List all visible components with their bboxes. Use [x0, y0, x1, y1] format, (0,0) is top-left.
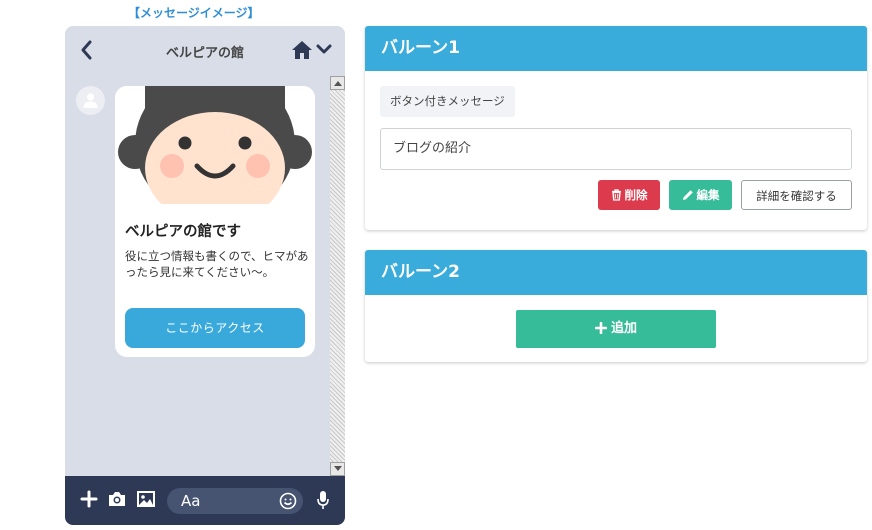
- access-button[interactable]: ここからアクセス: [125, 308, 305, 348]
- triangle-down-icon: [334, 466, 342, 471]
- character-illustration-icon: [115, 86, 315, 224]
- message-input-placeholder: Aa: [181, 492, 201, 510]
- preview-label: 【メッセージイメージ】: [128, 6, 260, 20]
- trash-icon: [611, 189, 621, 201]
- plus-icon: [594, 321, 608, 335]
- smiley-icon[interactable]: [279, 492, 297, 514]
- hero-image: [115, 86, 315, 224]
- triangle-up-icon: [334, 81, 342, 86]
- chevron-down-icon[interactable]: [315, 40, 333, 58]
- balloon-name-input[interactable]: ブログの紹介: [380, 128, 852, 170]
- balloon-card-1: バルーン1 ボタン付きメッセージ ブログの紹介 削除 編集 詳細を確認する: [365, 26, 867, 230]
- delete-button[interactable]: 削除: [598, 180, 660, 210]
- delete-label: 削除: [624, 188, 648, 202]
- scrollbar[interactable]: [330, 76, 345, 476]
- add-button[interactable]: 追加: [516, 310, 716, 348]
- user-icon: [83, 93, 98, 108]
- pencil-icon: [682, 190, 693, 200]
- microphone-icon[interactable]: [316, 490, 330, 514]
- balloon-card-2: バルーン2 追加: [365, 250, 867, 362]
- scroll-down-button[interactable]: [330, 462, 345, 476]
- plus-icon[interactable]: [80, 490, 98, 512]
- line-phone-preview: ベルピアの館 ベルピアの館です 役に立つ情報も書くので、ヒマがあったら見に来てく…: [65, 26, 345, 525]
- message-type-chip: ボタン付きメッセージ: [380, 86, 515, 117]
- image-icon[interactable]: [136, 490, 156, 512]
- avatar: [76, 86, 105, 115]
- message-bubble: ベルピアの館です 役に立つ情報も書くので、ヒマがあったら見に来てください〜。 こ…: [115, 86, 315, 357]
- message-input[interactable]: Aa: [167, 488, 303, 514]
- bubble-title: ベルピアの館です: [125, 224, 241, 240]
- balloon-title: バルーン2: [365, 250, 867, 295]
- home-icon[interactable]: [291, 40, 313, 60]
- balloon-title: バルーン1: [365, 26, 867, 71]
- view-details-button[interactable]: 詳細を確認する: [741, 180, 852, 210]
- camera-icon[interactable]: [107, 490, 127, 512]
- phone-header: ベルピアの館: [65, 26, 345, 74]
- phone-footer: Aa: [65, 476, 345, 525]
- add-label: 追加: [610, 321, 637, 336]
- edit-button[interactable]: 編集: [669, 180, 732, 210]
- edit-label: 編集: [696, 188, 720, 202]
- bubble-text: 役に立つ情報も書くので、ヒマがあったら見に来てください〜。: [125, 249, 309, 279]
- scroll-up-button[interactable]: [330, 76, 345, 90]
